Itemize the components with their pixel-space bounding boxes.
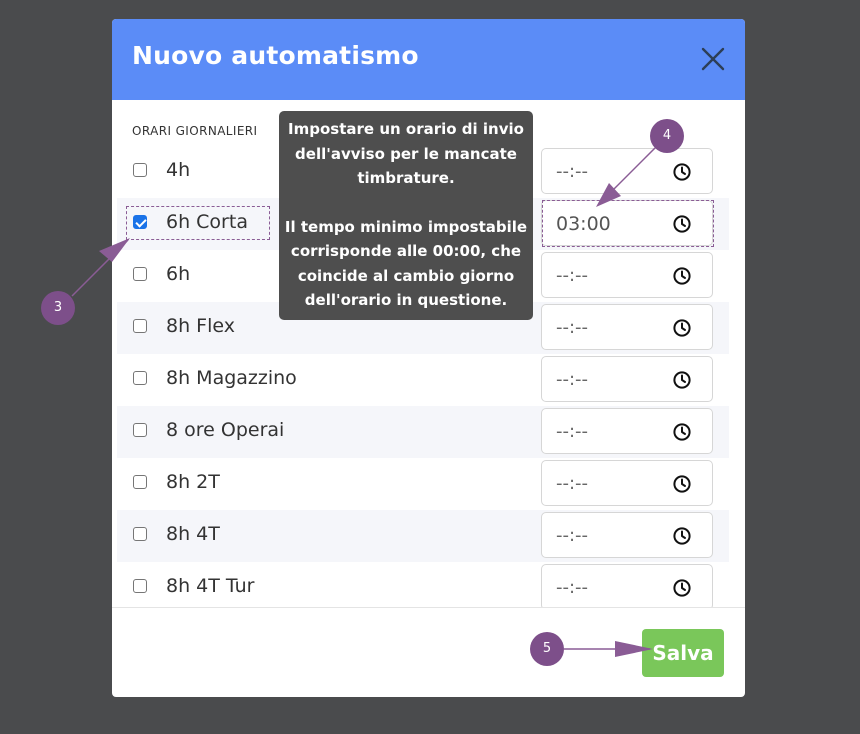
callout-3: 3	[41, 291, 75, 325]
callout-5: 5	[530, 632, 564, 666]
arrow-3-head	[99, 238, 130, 262]
callout-4: 4	[650, 119, 684, 153]
annotation-arrows	[71, 147, 656, 657]
arrow-5-head	[615, 641, 653, 657]
